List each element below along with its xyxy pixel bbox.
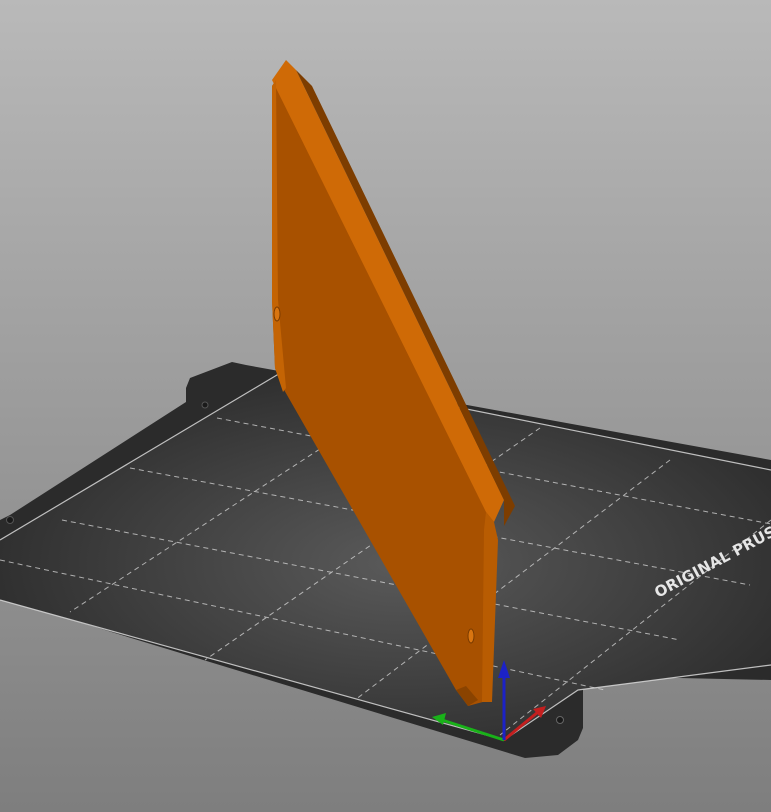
sheet-hole-back [201,401,209,409]
3d-viewport[interactable]: ORIGINAL PRUSA MI [0,0,771,812]
sheet-hole-front [556,716,564,724]
model-hole-upper [273,306,281,322]
scene-canvas[interactable]: ORIGINAL PRUSA MI [0,0,771,812]
model-hole-lower [467,628,475,644]
sheet-hole-left [6,516,14,524]
